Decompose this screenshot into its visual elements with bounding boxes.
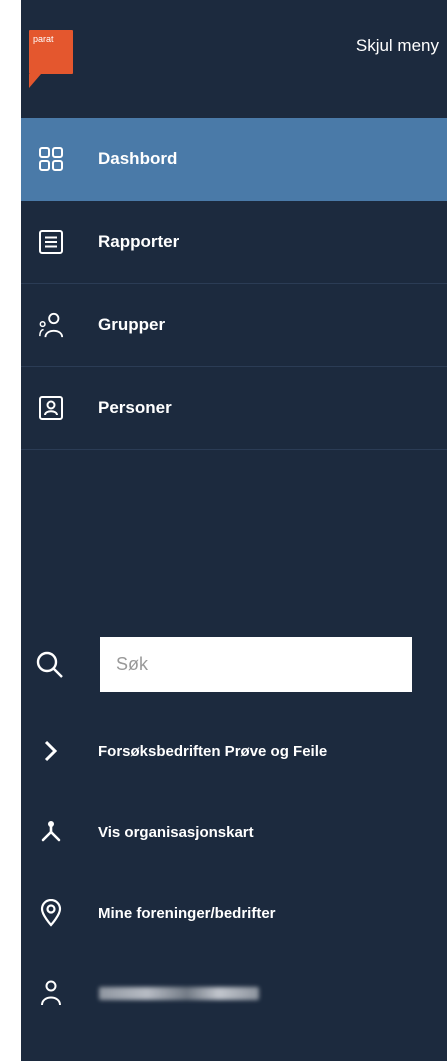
menu-header: parat Skjul meny	[21, 0, 447, 118]
hide-menu-button[interactable]: Skjul meny	[356, 36, 439, 56]
nav-item-reports[interactable]: Rapporter	[21, 201, 447, 284]
person-card-icon	[38, 395, 64, 421]
grid-icon	[38, 146, 64, 172]
org-chart-label: Vis organisasjonskart	[98, 823, 254, 841]
nav-item-groups[interactable]: Grupper	[21, 284, 447, 367]
nav-label-dashboard: Dashbord	[98, 149, 178, 168]
main-nav: Dashbord Rapporter Grupper Personer	[21, 118, 447, 450]
user-icon	[37, 979, 65, 1007]
nav-item-dashboard[interactable]: Dashbord	[21, 118, 447, 201]
chevron-right-icon	[37, 737, 65, 765]
search-icon[interactable]	[35, 650, 65, 685]
my-unions-label: Mine foreninger/bedrifter	[98, 904, 276, 922]
nav-label-reports: Rapporter	[98, 232, 180, 251]
user-name-redacted	[99, 987, 259, 1000]
logo-text: parat	[33, 34, 54, 44]
org-chart-icon	[37, 818, 65, 846]
search-row	[21, 636, 447, 694]
org-link[interactable]: Forsøksbedriften Prøve og Feile	[21, 731, 447, 771]
nav-label-groups: Grupper	[98, 315, 166, 334]
search-input[interactable]	[100, 637, 412, 692]
user-profile-link[interactable]	[21, 973, 447, 1013]
org-name-label: Forsøksbedriften Prøve og Feile	[98, 742, 328, 760]
nav-label-persons: Personer	[98, 398, 172, 417]
document-list-icon	[38, 229, 64, 255]
parat-logo[interactable]: parat	[29, 30, 73, 88]
side-menu: parat Skjul meny Dashbord Rapporter Grup…	[21, 0, 447, 1061]
location-pin-icon	[37, 899, 65, 927]
my-unions-link[interactable]: Mine foreninger/bedrifter	[21, 893, 447, 933]
group-icon	[38, 312, 64, 338]
org-chart-link[interactable]: Vis organisasjonskart	[21, 812, 447, 852]
nav-item-persons[interactable]: Personer	[21, 367, 447, 450]
